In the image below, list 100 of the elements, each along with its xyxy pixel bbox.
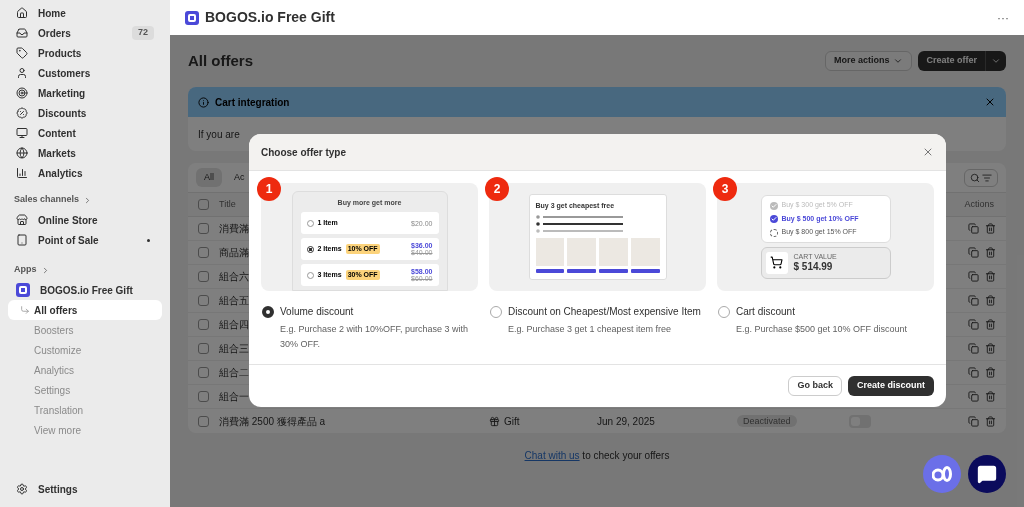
checkbox[interactable] [198,319,209,330]
nav-item[interactable]: Settings [38,481,78,497]
delete-icon[interactable] [985,391,996,402]
nav-icon [16,27,28,39]
duplicate-icon[interactable] [968,271,979,282]
nav-icon [16,214,28,226]
nav-item[interactable]: Content [38,125,76,141]
product-photo-placeholder [630,237,660,266]
close-icon[interactable] [984,96,996,108]
info-icon [198,96,209,108]
page-title: All offers [188,50,253,71]
option-description: E.g. Purchase $500 get 10% OFF discount [736,323,909,336]
option-label[interactable]: Cart discount [736,304,795,319]
add-button-icon [567,268,596,273]
banner-title: Cart integration [215,95,290,110]
title-cell-text: 消費滿 2500 獲得產品 a [219,414,326,429]
nav-item[interactable]: Customers [38,65,91,81]
delete-icon[interactable] [985,295,996,306]
go-back-button[interactable]: Go back [788,376,842,396]
nav-icon [16,127,28,139]
nav-item[interactable]: Products [38,45,82,61]
search-filter-button[interactable] [964,168,998,187]
delete-icon[interactable] [985,247,996,258]
section-heading[interactable]: Sales channels [14,193,80,207]
type-cell-text: Gift [504,414,520,429]
duplicate-icon[interactable] [968,319,979,330]
delete-icon[interactable] [985,319,996,330]
nav-item[interactable]: Online Store [38,212,98,228]
create-offer-button[interactable]: Create offer [918,51,1006,71]
delete-icon[interactable] [985,271,996,282]
product-photo-placeholder [535,237,565,266]
checkbox[interactable] [198,247,209,258]
filter-icon [982,172,992,183]
title-cell-text: 商品滿 [219,246,249,260]
more-actions-button[interactable]: More actions [824,51,913,71]
nav-icon [16,147,28,159]
search-icon [970,172,980,183]
banner-text: If you are [198,127,240,142]
nav-item[interactable]: Markets [38,145,76,161]
option-label[interactable]: Volume discount [280,304,354,319]
duplicate-icon[interactable] [968,223,979,234]
nav-icon [16,167,28,179]
title-cell-text: 消費滿 [219,222,249,236]
checkbox[interactable] [198,295,209,306]
product-photo-placeholder [567,237,596,266]
footer-text: to check your offers [582,450,670,461]
section-heading[interactable]: Apps [14,263,37,277]
branch-icon [20,305,30,315]
nav-item[interactable]: Marketing [38,85,86,101]
checkbox[interactable] [198,367,209,378]
option-label[interactable]: Discount on Cheapest/Most expensive Item [508,304,701,319]
create-discount-button[interactable]: Create discount [848,376,934,396]
delete-icon[interactable] [985,415,996,427]
option-line-icon [535,214,626,219]
date-cell-text: Jun 29, 2025 [597,414,656,429]
gift-icon [489,415,500,427]
option-description: E.g. Purchase 3 get 1 cheapest item free [508,323,673,336]
checkbox[interactable] [198,199,209,210]
nav-item[interactable]: BOGOS.io Free Gift [40,282,133,298]
option-line-icon [535,228,626,233]
add-button-icon [630,268,660,273]
app-title: BOGOS.io Free Gift [205,8,335,27]
checkbox[interactable] [198,415,209,427]
filter-tab[interactable]: All [196,167,222,188]
checkbox[interactable] [198,223,209,234]
duplicate-icon[interactable] [968,247,979,258]
delete-icon[interactable] [985,343,996,354]
delete-icon[interactable] [985,223,996,234]
column-header: Actions [964,197,994,211]
cart-icon [770,256,783,270]
close-icon[interactable] [922,146,934,158]
nav-icon [16,7,28,19]
checkbox[interactable] [198,271,209,282]
nav-item[interactable]: Discounts [38,105,87,121]
checkbox[interactable] [198,391,209,402]
title-cell-text: 組合四 [219,318,249,332]
duplicate-icon[interactable] [968,367,979,378]
title-cell-text: 組合六 [219,270,249,284]
nav-item[interactable]: Analytics [38,165,83,181]
app-logo-icon [16,283,30,297]
more-menu-button[interactable]: ··· [997,8,1009,27]
dialog-title: Choose offer type [261,145,346,160]
duplicate-icon[interactable] [968,343,979,354]
duplicate-icon[interactable] [968,415,979,427]
checkbox[interactable] [198,343,209,354]
title-cell-text: 組合三 [219,342,249,356]
app-logo-icon [185,10,199,25]
nav-item[interactable]: Orders [38,25,71,41]
duplicate-icon[interactable] [968,391,979,402]
sub-nav-item[interactable]: All offers [8,300,162,320]
nav-item[interactable]: Point of Sale [38,232,99,248]
filter-tab[interactable]: Ac [226,167,253,188]
option-description: E.g. Purchase 2 with 10%OFF, purchase 3 with 30% OFF. [280,323,470,351]
delete-icon[interactable] [985,367,996,378]
nav-icon [16,107,28,119]
nav-item[interactable]: Home [38,5,66,21]
caret-icon [991,56,1001,66]
duplicate-icon[interactable] [968,295,979,306]
radio-button[interactable] [262,305,274,318]
add-button-icon [535,268,565,273]
